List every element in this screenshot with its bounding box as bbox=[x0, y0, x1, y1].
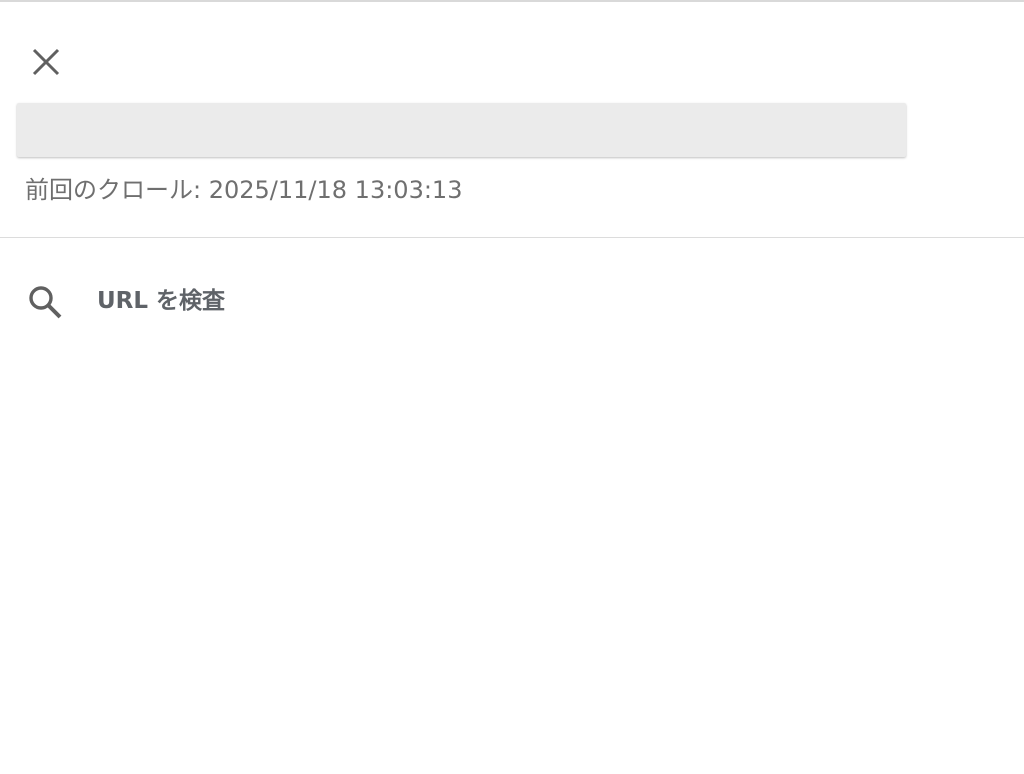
inspect-url-label: URL を検査 bbox=[97, 288, 226, 314]
top-divider bbox=[0, 0, 1024, 2]
last-crawl-text: 前回のクロール: 2025/11/18 13:03:13 bbox=[25, 176, 463, 204]
inspect-panel: 前回のクロール: 2025/11/18 13:03:13 URL を検査 bbox=[0, 0, 1024, 774]
search-icon bbox=[26, 283, 64, 321]
url-field[interactable] bbox=[17, 103, 906, 157]
url-input[interactable] bbox=[17, 103, 906, 157]
inspect-url-menu-item[interactable]: URL を検査 bbox=[0, 268, 1024, 334]
close-button[interactable] bbox=[22, 38, 70, 86]
section-divider bbox=[0, 237, 1024, 238]
close-icon bbox=[32, 48, 60, 76]
